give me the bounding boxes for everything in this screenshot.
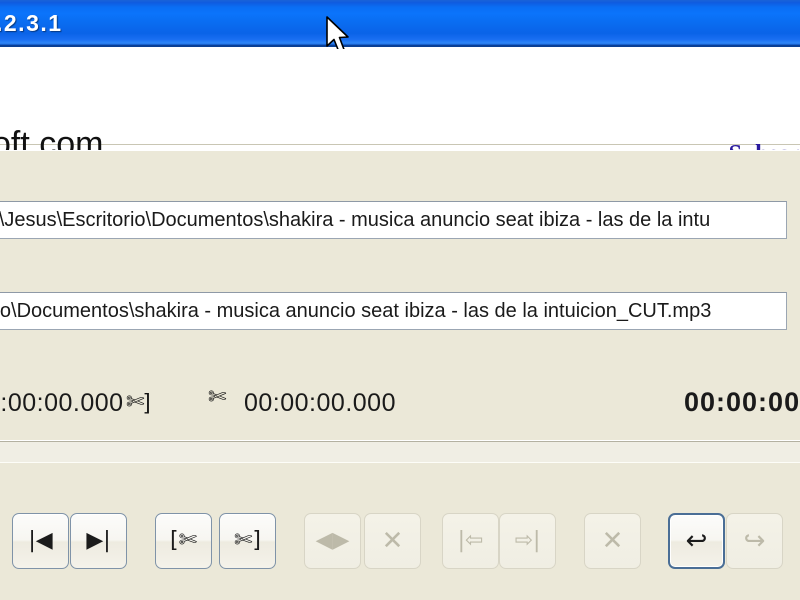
join-icon: ✕ [381, 526, 404, 556]
editor-toolbar: |◀ ▶| [✄ ✄] ◀▶ ✕ |⇦ ⇨| ✕ ↩ ↪ [0, 463, 800, 600]
cut-start-button[interactable]: [✄ [155, 513, 212, 569]
cut-end-marker-icon: ✄ [208, 384, 227, 409]
redo-button: ↪ [726, 513, 783, 569]
delete-icon: ✕ [601, 526, 624, 556]
cut-start-icon: [✄ [169, 528, 198, 553]
split-icon: ◀▶ [315, 528, 350, 553]
output-file-input[interactable] [0, 292, 787, 330]
output-file-row [0, 292, 787, 330]
source-file-row [0, 201, 787, 239]
skip-to-start-icon: |◀ [28, 528, 53, 553]
panel-separator [0, 441, 800, 463]
cut-end-icon: ✄] [233, 528, 262, 553]
cut-end-button[interactable]: ✄] [219, 513, 276, 569]
redo-icon: ↪ [743, 526, 766, 556]
end-timecode[interactable]: 00:00:00.000 [244, 389, 396, 418]
source-file-input[interactable] [0, 201, 787, 239]
move-left-icon: |⇦ [457, 528, 484, 553]
undo-button[interactable]: ↩ [668, 513, 725, 569]
window-title: .2.3.1 [0, 10, 63, 36]
start-timecode[interactable]: 0:00:00.000 [0, 389, 124, 418]
main-panel: 0:00:00.000 ✄] ✄ 00:00:00.000 00:00:00 [0, 150, 800, 440]
undo-icon: ↩ [685, 526, 708, 556]
timecode-row: 0:00:00.000 ✄] ✄ 00:00:00.000 00:00:00 [0, 383, 800, 429]
cut-start-marker-icon: ✄] [126, 389, 151, 414]
move-right-icon: ⇨| [514, 528, 541, 553]
total-duration-timecode: 00:00:00 [684, 387, 800, 417]
page-header-band: oft.com Subscribe a [0, 49, 800, 167]
skip-to-end-button[interactable]: ▶| [70, 513, 127, 569]
application-window: .2.3.1 oft.com Subscribe a 0:00:00.000 ✄… [0, 0, 800, 600]
move-left-button: |⇦ [442, 513, 499, 569]
split-button: ◀▶ [304, 513, 361, 569]
join-button: ✕ [364, 513, 421, 569]
delete-button: ✕ [584, 513, 641, 569]
skip-to-end-icon: ▶| [86, 528, 111, 553]
move-right-button: ⇨| [499, 513, 556, 569]
skip-to-start-button[interactable]: |◀ [12, 513, 69, 569]
window-titlebar: .2.3.1 [0, 0, 800, 47]
